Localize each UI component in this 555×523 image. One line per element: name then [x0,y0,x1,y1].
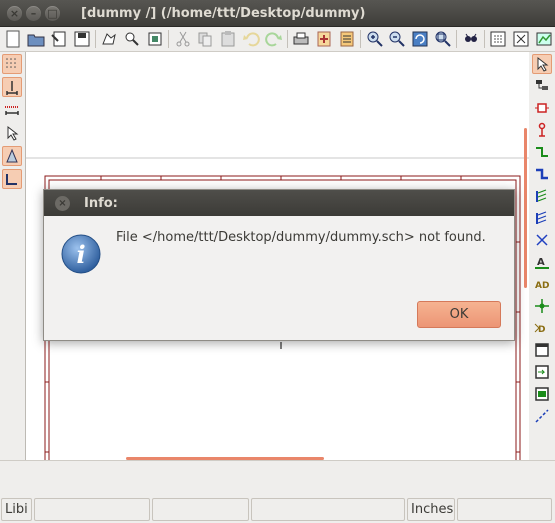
toolbar-separator [456,30,458,48]
window-title: [dummy /] (/home/ttt/Desktop/dummy) [81,5,366,21]
add-component-icon[interactable] [532,98,552,118]
dialog-message: File </home/ttt/Desktop/dummy/dummy.sch>… [116,230,486,245]
zoom-fit-icon[interactable] [433,30,452,49]
open-file-icon[interactable] [27,30,46,49]
dialog-titlebar: × Info: [44,190,514,216]
new-schematic-icon[interactable] [4,30,23,49]
info-icon: i [61,234,101,274]
status-units: Inches [407,498,455,521]
zoom-in-icon[interactable] [365,30,384,49]
save-project-icon[interactable] [72,30,91,49]
info-icon-letter: i [76,240,85,269]
zoom-redraw-icon[interactable] [411,30,430,49]
hidden-pins-icon[interactable] [2,146,22,166]
main-toolbar [0,27,555,52]
page-settings-icon[interactable] [100,30,119,49]
hierarchical-label-icon[interactable]: D [532,318,552,338]
cursor-shape-icon[interactable] [2,123,22,143]
zoom-out-icon[interactable] [388,30,407,49]
copy-icon[interactable] [196,30,215,49]
navigate-hierarchy-icon[interactable] [461,30,480,49]
undo-history-icon[interactable] [145,30,164,49]
minimize-window-button[interactable]: – [26,5,41,21]
toolbar-separator [360,30,362,48]
plot-icon[interactable] [315,30,334,49]
wire-bus-entry-icon[interactable] [532,186,552,206]
status-field-2 [34,498,150,521]
vertical-scrollbar[interactable] [524,128,527,288]
units-mm-icon[interactable] [2,100,22,120]
window-titlebar: × – □ [dummy /] (/home/ttt/Desktop/dummy… [0,0,555,27]
right-tools-toolbar: A AD D [529,52,555,460]
sheet-setup-icon[interactable] [50,30,69,49]
import-sheet-pin-icon[interactable] [532,362,552,382]
dialog-title: Info: [84,195,118,211]
annotate-icon[interactable] [489,30,508,49]
svg-text:AD: AD [535,281,549,291]
info-dialog: × Info: i File </home/ttt/Desktop/dummy/… [43,189,515,341]
no-connect-icon[interactable] [532,230,552,250]
status-field-4 [251,498,405,521]
graphic-lines-icon[interactable] [532,406,552,426]
print-icon[interactable] [292,30,311,49]
toolbar-separator [95,30,96,48]
status-field-6 [457,498,552,521]
netlist-icon[interactable] [534,30,553,49]
bus-bus-entry-icon[interactable] [532,208,552,228]
left-options-toolbar [0,52,24,460]
paste-icon[interactable] [219,30,238,49]
select-arrow-icon[interactable] [532,54,552,74]
status-field-3 [152,498,249,521]
close-window-button[interactable]: × [7,5,22,21]
svg-text:A: A [537,257,545,268]
units-inch-icon[interactable] [2,77,22,97]
maximize-window-button[interactable]: □ [45,5,60,21]
status-field-library: Libi [1,498,32,521]
toolbar-separator [168,30,170,48]
undo-icon[interactable] [241,30,260,49]
find-icon[interactable] [123,30,142,49]
net-label-icon[interactable]: A [532,252,552,272]
add-power-icon[interactable] [532,120,552,140]
status-bar: Libi Inches [0,497,555,523]
hierarchy-navigator-icon[interactable] [532,76,552,96]
add-bus-icon[interactable] [532,164,552,184]
message-panel [0,460,555,496]
erc-icon[interactable] [512,30,531,49]
toolbar-separator [286,30,288,48]
redo-icon[interactable] [264,30,283,49]
toolbar-separator [483,30,485,48]
bom-icon[interactable] [337,30,356,49]
hierarchical-sheet-icon[interactable] [532,340,552,360]
svg-text:D: D [538,325,545,335]
ok-button[interactable]: OK [417,301,501,328]
add-wire-icon[interactable] [532,142,552,162]
dialog-close-button[interactable]: × [55,195,70,211]
sheet-pin-icon[interactable] [532,384,552,404]
horizontal-vertical-icon[interactable] [2,169,22,189]
grid-icon[interactable] [2,54,22,74]
global-label-icon[interactable]: AD [532,274,552,294]
junction-icon[interactable] [532,296,552,316]
cut-icon[interactable] [173,30,192,49]
